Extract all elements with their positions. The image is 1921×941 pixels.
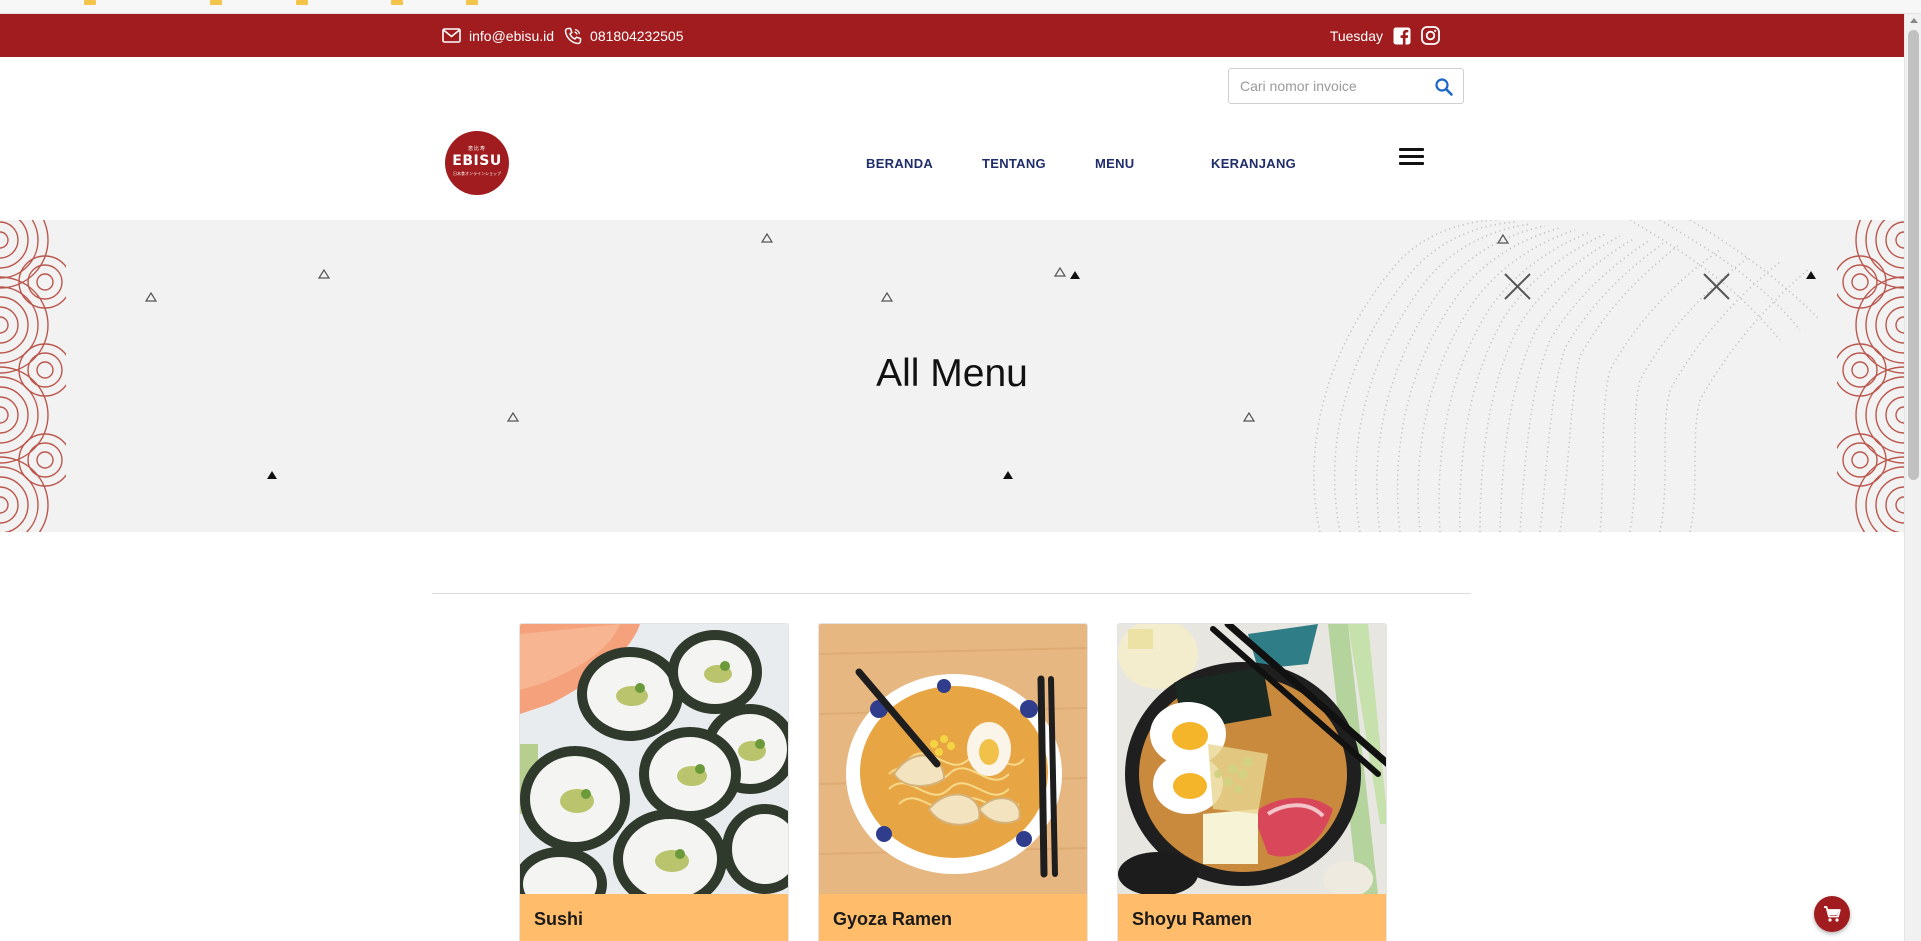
bookmark-folder-icon[interactable]: [210, 0, 222, 5]
page-title: All Menu: [876, 352, 1028, 395]
mail-icon: [442, 28, 461, 43]
menu-card-sushi[interactable]: Sushi: [519, 623, 789, 941]
invoice-search: [1228, 68, 1464, 104]
section-divider: [432, 593, 1471, 594]
menu-item-name: Gyoza Ramen: [833, 909, 953, 929]
nav-keranjang[interactable]: KERANJANG: [1211, 150, 1296, 176]
menu-card-gyoza-ramen[interactable]: Gyoza Ramen: [818, 623, 1088, 941]
email-text: info@ebisu.id: [469, 27, 555, 44]
phone-text: 081804232505: [590, 27, 684, 44]
email-contact[interactable]: info@ebisu.id: [442, 28, 554, 44]
ebisu-logo[interactable]: 恵比寿 EBISU 日本食オンラインショップ: [445, 131, 509, 195]
bookmark-folder-icon[interactable]: [466, 0, 478, 5]
nav-menu[interactable]: MENU: [1095, 150, 1134, 176]
bookmark-folder-icon[interactable]: [391, 0, 403, 5]
logo-brand: EBISU: [452, 153, 502, 169]
nav-tentang[interactable]: TENTANG: [982, 150, 1046, 176]
invoice-search-input[interactable]: [1229, 69, 1424, 103]
menu-card-label: Sushi: [520, 894, 788, 941]
floating-cart-button[interactable]: [1814, 896, 1850, 932]
logo-kanji: 恵比寿: [467, 146, 486, 152]
menu-card-label: Gyoza Ramen: [819, 894, 1087, 941]
contact-info: info@ebisu.id 081804232505: [442, 14, 683, 57]
menu-card-label: Shoyu Ramen: [1118, 894, 1386, 941]
hamburger-icon[interactable]: [1399, 148, 1424, 166]
scroll-up-arrow-icon[interactable]: [1910, 18, 1918, 23]
page-scrollbar[interactable]: [1904, 14, 1921, 941]
search-icon[interactable]: [1433, 76, 1455, 98]
bookmark-folder-icon[interactable]: [84, 0, 96, 5]
phone-contact[interactable]: 081804232505: [564, 27, 683, 45]
instagram-icon[interactable]: [1421, 26, 1440, 45]
day-label: Tuesday: [1329, 27, 1383, 44]
scrollbar-thumb[interactable]: [1908, 30, 1919, 480]
facebook-icon[interactable]: [1393, 27, 1411, 45]
shoyu-ramen-image: [1118, 624, 1386, 894]
menu-card-shoyu-ramen[interactable]: Shoyu Ramen: [1117, 623, 1387, 941]
bookmark-folder-icon[interactable]: [296, 0, 308, 5]
hero-banner: All Menu: [0, 220, 1904, 532]
topbar-right: Tuesday: [1330, 14, 1440, 57]
menu-item-name: Sushi: [534, 909, 584, 929]
nav-beranda[interactable]: BERANDA: [866, 150, 933, 176]
sushi-image: [520, 624, 788, 894]
page: info@ebisu.id 081804232505 Tuesday Cari …: [0, 0, 1921, 941]
gyoza-ramen-image: [819, 624, 1087, 894]
logo-tagline: 日本食オンラインショップ: [453, 171, 501, 176]
top-contact-bar: info@ebisu.id 081804232505 Tuesday: [0, 14, 1904, 57]
menu-item-name: Shoyu Ramen: [1132, 909, 1253, 929]
browser-bookmarks-strip: [0, 0, 1921, 14]
phone-icon: [564, 27, 582, 45]
